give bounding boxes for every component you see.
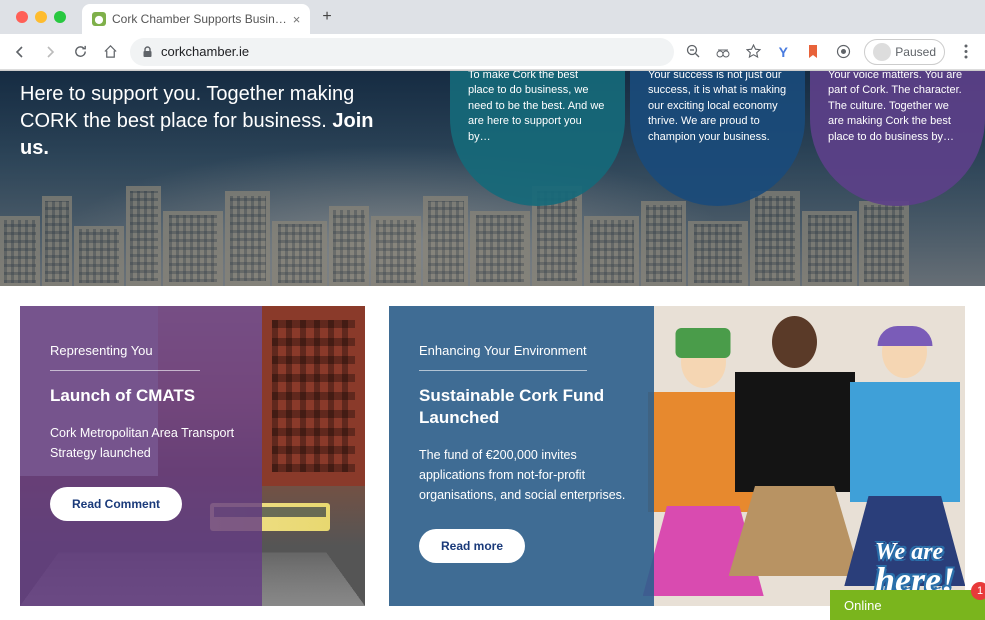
we-are-here-badge: We are here! — [875, 542, 955, 596]
window-controls — [8, 11, 74, 23]
hero-line2-pre: CORK the best place for business. — [20, 110, 332, 132]
close-tab-button[interactable]: × — [293, 12, 301, 27]
avatar-icon — [873, 43, 891, 61]
circle-text: Your voice matters. You are part of Cork… — [828, 71, 962, 143]
profile-paused-button[interactable]: Paused — [864, 39, 945, 65]
menu-button[interactable] — [957, 43, 975, 61]
lock-icon — [142, 46, 153, 58]
hero-headline: Here to support you. Together making COR… — [20, 81, 400, 162]
tab-bar: ⬤ Cork Chamber Supports Busin… × + — [0, 0, 985, 34]
minimize-window-button[interactable] — [35, 11, 47, 23]
toolbar: corkchamber.ie Y Paused — [0, 34, 985, 70]
hero-banner: Here to support you. Together making COR… — [0, 71, 985, 286]
forward-button[interactable] — [40, 42, 60, 62]
zoom-icon[interactable] — [684, 43, 702, 61]
circle-text: Your success is not just our success, it… — [648, 71, 786, 143]
card-description: Cork Metropolitan Area Transport Strateg… — [50, 423, 250, 463]
chat-notification-badge: 1 — [971, 582, 985, 600]
page-content: Here to support you. Together making COR… — [0, 71, 985, 620]
chat-widget[interactable]: Online 1 — [830, 590, 985, 620]
tab-favicon: ⬤ — [92, 12, 106, 26]
card-sustainable-fund[interactable]: Enhancing Your Environment Sustainable C… — [389, 306, 965, 606]
read-comment-button[interactable]: Read Comment — [50, 487, 182, 521]
close-window-button[interactable] — [16, 11, 28, 23]
hero-circle-champion[interactable]: Your success is not just our success, it… — [630, 71, 805, 206]
circle-text: To make Cork the best place to do busine… — [468, 71, 604, 143]
address-bar[interactable]: corkchamber.ie — [130, 38, 674, 66]
chat-status: Online — [844, 598, 882, 613]
card-eyebrow: Enhancing Your Environment — [419, 343, 587, 371]
paused-label: Paused — [895, 45, 936, 59]
toolbar-right: Y Paused — [684, 39, 975, 65]
card-title: Launch of CMATS — [50, 385, 250, 407]
extension-bookmark-icon[interactable] — [804, 43, 822, 61]
extension-y-icon[interactable]: Y — [774, 43, 792, 61]
hero-circle-voice[interactable]: Your voice matters. You are part of Cork… — [810, 71, 985, 206]
card-content: Enhancing Your Environment Sustainable C… — [389, 306, 669, 599]
card-eyebrow: Representing You — [50, 343, 200, 371]
reload-button[interactable] — [70, 42, 90, 62]
card-content: Representing You Launch of CMATS Cork Me… — [20, 306, 280, 557]
tab-title: Cork Chamber Supports Busin… — [112, 12, 287, 26]
home-button[interactable] — [100, 42, 120, 62]
read-more-button[interactable]: Read more — [419, 529, 525, 563]
star-icon[interactable] — [744, 43, 762, 61]
hero-circle-excellence[interactable]: To make Cork the best place to do busine… — [450, 71, 625, 206]
feature-cards-row: Representing You Launch of CMATS Cork Me… — [0, 286, 985, 606]
hero-circles: To make Cork the best place to do busine… — [450, 71, 985, 206]
card-title: Sustainable Cork Fund Launched — [419, 385, 639, 429]
incognito-icon[interactable] — [714, 43, 732, 61]
back-button[interactable] — [10, 42, 30, 62]
browser-tab[interactable]: ⬤ Cork Chamber Supports Busin… × — [82, 4, 310, 34]
url-text: corkchamber.ie — [161, 44, 249, 59]
browser-chrome: ⬤ Cork Chamber Supports Busin… × + corkc… — [0, 0, 985, 71]
maximize-window-button[interactable] — [54, 11, 66, 23]
card-cmats[interactable]: Representing You Launch of CMATS Cork Me… — [20, 306, 365, 606]
hero-line1: Here to support you. Together making — [20, 83, 354, 105]
card-description: The fund of €200,000 invites application… — [419, 445, 639, 505]
new-tab-button[interactable]: + — [318, 4, 335, 30]
extension-circle-icon[interactable] — [834, 43, 852, 61]
